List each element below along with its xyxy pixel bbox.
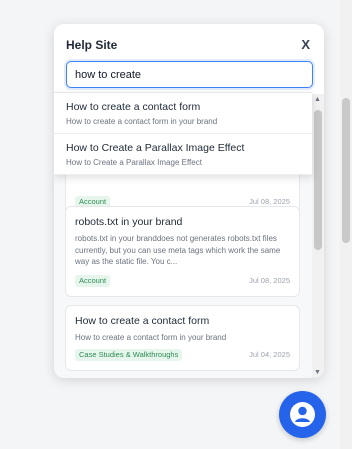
article-list-scrollbar[interactable]: ▲ ▼: [312, 94, 324, 378]
user-icon: [290, 402, 315, 427]
article-card[interactable]: robots.txt in your brand robots.txt in y…: [65, 206, 300, 297]
widget-header: Help Site X: [54, 24, 324, 64]
article-card[interactable]: How to create a contact form How to crea…: [65, 305, 300, 371]
help-launcher-button[interactable]: [279, 391, 326, 438]
article-footer: Account Jul 08, 2025: [75, 275, 290, 288]
chevron-up-icon[interactable]: ▲: [314, 96, 321, 103]
search-input[interactable]: [66, 61, 313, 88]
page-scrollbar[interactable]: [340, 0, 352, 449]
article-footer: Case Studies & Walkthroughs Jul 04, 2025: [75, 349, 290, 362]
page-scrollbar-thumb[interactable]: [342, 98, 350, 243]
suggestion-item[interactable]: How to create a contact form How to crea…: [54, 93, 312, 134]
article-title: How to create a contact form: [75, 315, 210, 327]
help-widget: Help Site X Account Jul 08, 2025 robots.…: [54, 24, 324, 378]
suggestion-subtitle: How to Create a Parallax Image Effect: [66, 158, 202, 167]
article-title: robots.txt in your brand: [75, 216, 183, 228]
article-list-scrollbar-thumb[interactable]: [314, 110, 322, 250]
close-button[interactable]: X: [301, 37, 310, 52]
article-date: Jul 08, 2025: [249, 276, 290, 285]
suggestion-item[interactable]: How to Create a Parallax Image Effect Ho…: [54, 134, 312, 175]
widget-title: Help Site: [66, 38, 118, 52]
article-description: How to create a contact form in your bra…: [75, 333, 227, 342]
article-date: Jul 04, 2025: [249, 350, 290, 359]
suggestion-title: How to create a contact form: [66, 101, 201, 113]
search-suggestions: How to create a contact form How to crea…: [54, 92, 312, 175]
article-date: Jul 08, 2025: [249, 197, 290, 206]
category-badge: Case Studies & Walkthroughs: [75, 349, 183, 361]
category-badge: Account: [75, 275, 111, 287]
article-description: robots.txt in your branddoes not generat…: [75, 234, 281, 266]
suggestion-subtitle: How to create a contact form in your bra…: [66, 117, 218, 126]
chevron-down-icon[interactable]: ▼: [314, 369, 321, 376]
suggestion-title: How to Create a Parallax Image Effect: [66, 142, 245, 154]
